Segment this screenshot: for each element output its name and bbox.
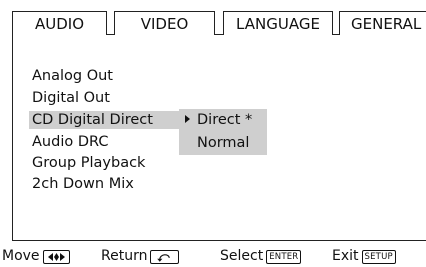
menu-item-audio-drc[interactable]: Audio DRC [32,132,108,152]
footer-select-label: Select [220,248,264,264]
tab-video[interactable]: VIDEO [114,11,215,35]
footer-select: Select ENTER [220,246,302,267]
footer-return-label: Return [101,248,148,264]
menu-item-group-playback[interactable]: Group Playback [32,153,145,173]
footer-exit: Exit SETUP [332,246,396,267]
tab-language[interactable]: LANGUAGE [223,11,333,35]
left-right-arrows-icon [42,249,70,264]
return-arrow-icon [150,249,180,264]
footer-return: Return [101,246,180,267]
menu-item-cd-digital-direct[interactable]: CD Digital Direct [32,110,153,130]
menu-item-digital-out[interactable]: Digital Out [32,88,110,108]
option-normal[interactable]: Normal [197,133,249,153]
setup-key-icon: SETUP [361,249,396,264]
footer-move-label: Move [2,248,40,264]
menu-item-2ch-down-mix[interactable]: 2ch Down Mix [32,174,134,194]
menu-item-analog-out[interactable]: Analog Out [32,66,113,86]
enter-key-icon: ENTER [266,249,302,264]
footer-exit-label: Exit [332,248,359,264]
tab-general[interactable]: GENERAL [339,11,426,35]
footer-move: Move [2,246,70,267]
selection-arrow-icon [185,115,190,123]
footer-guide-bar: Move Return Select ENTER Exit SETUP [0,246,426,267]
option-submenu: Direct * Normal [179,109,267,155]
tab-audio[interactable]: AUDIO [12,11,107,35]
option-direct[interactable]: Direct * [197,110,252,130]
